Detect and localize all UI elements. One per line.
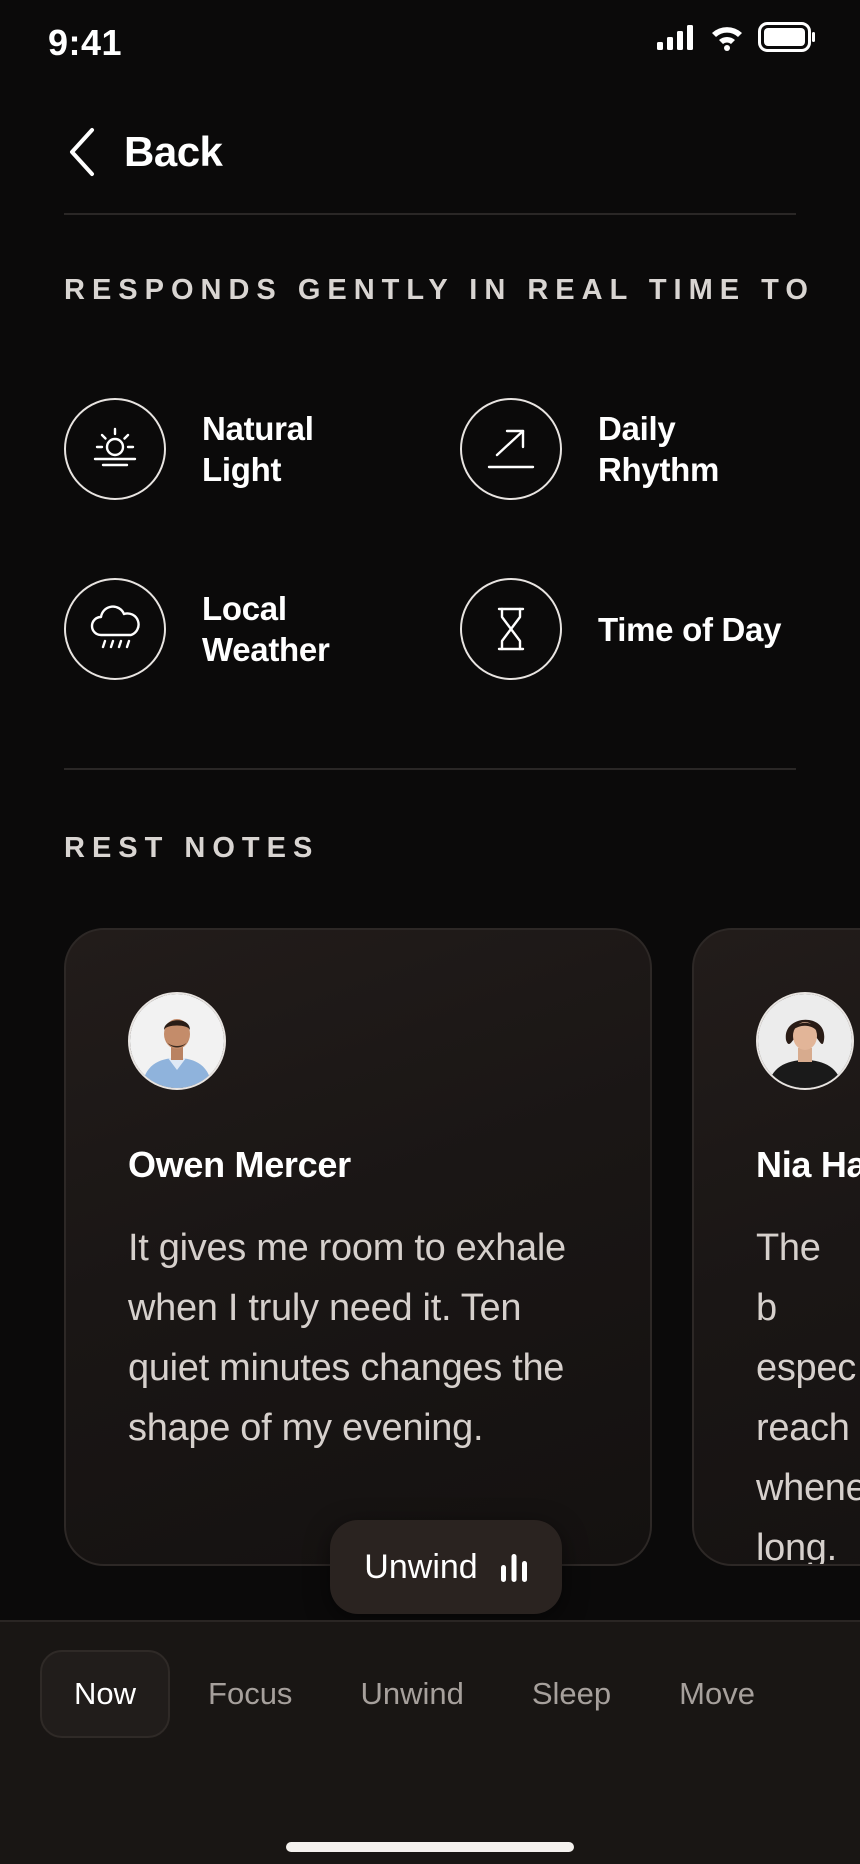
hourglass-icon bbox=[497, 607, 525, 651]
rain-cloud-icon-circle bbox=[64, 578, 166, 680]
trend-arrow-icon-circle bbox=[460, 398, 562, 500]
card-author-name: Owen Mercer bbox=[128, 1144, 351, 1185]
feature-label: Natural Light bbox=[202, 410, 314, 488]
hourglass-icon-circle bbox=[460, 578, 562, 680]
rest-note-card[interactable]: Owen Mercer It gives me room to exhale w… bbox=[64, 928, 652, 1566]
sunrise-icon bbox=[93, 427, 137, 467]
feature-label: Local Weather bbox=[202, 590, 330, 668]
feature-natural-light: Natural Light bbox=[64, 398, 402, 500]
equalizer-icon bbox=[500, 1554, 527, 1582]
rain-cloud-icon bbox=[90, 605, 140, 649]
feature-local-weather: Local Weather bbox=[64, 578, 402, 680]
status-bar: 9:41 bbox=[0, 0, 860, 90]
avatar bbox=[756, 992, 854, 1090]
cellular-signal-icon bbox=[657, 25, 693, 50]
chevron-left-icon bbox=[70, 128, 94, 176]
section-divider bbox=[64, 768, 796, 770]
feature-label: Time of Day bbox=[598, 610, 782, 648]
card-quote: The b espec reach whene long. bbox=[756, 1227, 860, 1566]
unwind-pill-label: Unwind bbox=[364, 1547, 478, 1586]
feature-label: Daily Rhythm bbox=[598, 410, 720, 488]
screen: 9:41 Back RESPONDS GENTLY IN REAL TIME T… bbox=[0, 0, 860, 1864]
avatar bbox=[128, 992, 226, 1090]
unwind-now-playing-button[interactable]: Unwind bbox=[330, 1520, 562, 1614]
feature-time-of-day: Time of Day bbox=[460, 578, 818, 680]
tab-move[interactable]: Move bbox=[645, 1650, 789, 1738]
battery-icon bbox=[758, 22, 815, 52]
back-label: Back bbox=[124, 128, 223, 175]
rest-notes-title: REST NOTES bbox=[64, 832, 320, 864]
tab-sleep[interactable]: Sleep bbox=[498, 1650, 645, 1738]
nav-tabs: Now Focus Unwind Sleep Move bbox=[40, 1650, 789, 1738]
status-time: 9:41 bbox=[48, 22, 123, 63]
header-divider bbox=[64, 213, 796, 215]
wifi-icon bbox=[712, 27, 742, 51]
card-quote: It gives me room to exhale when I truly … bbox=[128, 1227, 566, 1449]
card-author-name: Nia Ha bbox=[756, 1144, 860, 1185]
home-indicator[interactable] bbox=[286, 1842, 574, 1852]
sunrise-icon-circle bbox=[64, 398, 166, 500]
feature-daily-rhythm: Daily Rhythm bbox=[460, 398, 798, 500]
back-button[interactable]: Back bbox=[64, 126, 223, 178]
tab-now[interactable]: Now bbox=[40, 1650, 171, 1738]
rest-note-card[interactable]: Nia Ha The b espec reach whene long. bbox=[692, 928, 860, 1566]
tab-focus[interactable]: Focus bbox=[174, 1650, 326, 1738]
tab-unwind[interactable]: Unwind bbox=[326, 1650, 497, 1738]
responds-section-title: RESPONDS GENTLY IN REAL TIME TO bbox=[64, 274, 815, 306]
trend-arrow-icon bbox=[487, 429, 535, 469]
status-icons bbox=[656, 22, 816, 52]
bottom-nav: Now Focus Unwind Sleep Move bbox=[0, 1620, 860, 1864]
